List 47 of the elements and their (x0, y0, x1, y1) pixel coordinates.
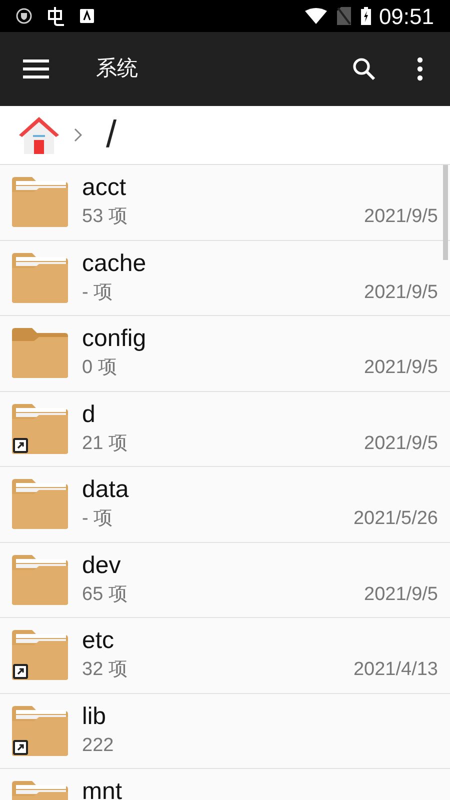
menu-icon (23, 59, 49, 79)
modified-date: 2021/4/13 (353, 658, 438, 682)
folder-name: dev (82, 550, 121, 581)
status-time: 09:51 (378, 2, 434, 30)
item-count: - 项 (82, 507, 113, 531)
item-count: 222 (82, 734, 114, 758)
more-icon (417, 57, 423, 81)
folder-name: lib (82, 702, 106, 732)
item-count: - 项 (82, 280, 113, 304)
keyboard-icon (80, 9, 94, 23)
item-count: 21 项 (82, 432, 128, 456)
search-icon (352, 57, 376, 81)
modified-date: 2021/9/5 (364, 205, 438, 229)
folder-row[interactable]: d 21 项 2021/9/5 (0, 392, 450, 467)
chevron-icon (74, 128, 82, 142)
folder-name: mnt (82, 777, 122, 800)
folder-row[interactable]: data - 项 2021/5/26 (0, 467, 450, 542)
modified-date: 2021/9/5 (364, 582, 438, 606)
item-count: 65 项 (82, 582, 128, 606)
path-segment[interactable]: / (106, 116, 117, 154)
folder-row[interactable]: config 0 项 2021/9/5 (0, 316, 450, 392)
folder-row[interactable]: dev 65 项 2021/9/5 (0, 542, 450, 618)
no-sim-icon (336, 7, 351, 25)
modified-date: 2021/9/5 (364, 356, 438, 380)
folder-row[interactable]: cache - 项 2021/9/5 (0, 240, 450, 316)
item-count: 0 项 (82, 356, 117, 380)
modified-date: 2021/9/5 (364, 280, 438, 304)
folder-name: cache (82, 248, 146, 279)
folder-row[interactable]: acct 53 项 2021/9/5 (0, 165, 450, 240)
app-icon (46, 6, 66, 26)
folder-name: etc (82, 626, 114, 656)
toolbar-title: 系统 (96, 56, 139, 82)
shield-icon (16, 8, 32, 24)
modified-date: 2021/9/5 (364, 432, 438, 456)
folder-row[interactable]: lib 222 (0, 694, 450, 769)
item-count: 32 项 (82, 658, 128, 682)
modified-date: 2021/5/26 (353, 507, 438, 531)
folder-name: acct (82, 173, 126, 204)
item-count: 53 项 (82, 205, 128, 229)
folder-name: d (82, 400, 96, 430)
wifi-icon (304, 8, 327, 24)
folder-name: data (82, 475, 129, 506)
home-icon[interactable] (18, 114, 60, 156)
folder-row[interactable]: mnt (0, 769, 450, 800)
battery-icon (360, 7, 371, 25)
folder-name: config (82, 324, 146, 354)
folder-row[interactable]: etc 32 项 2021/4/13 (0, 618, 450, 694)
